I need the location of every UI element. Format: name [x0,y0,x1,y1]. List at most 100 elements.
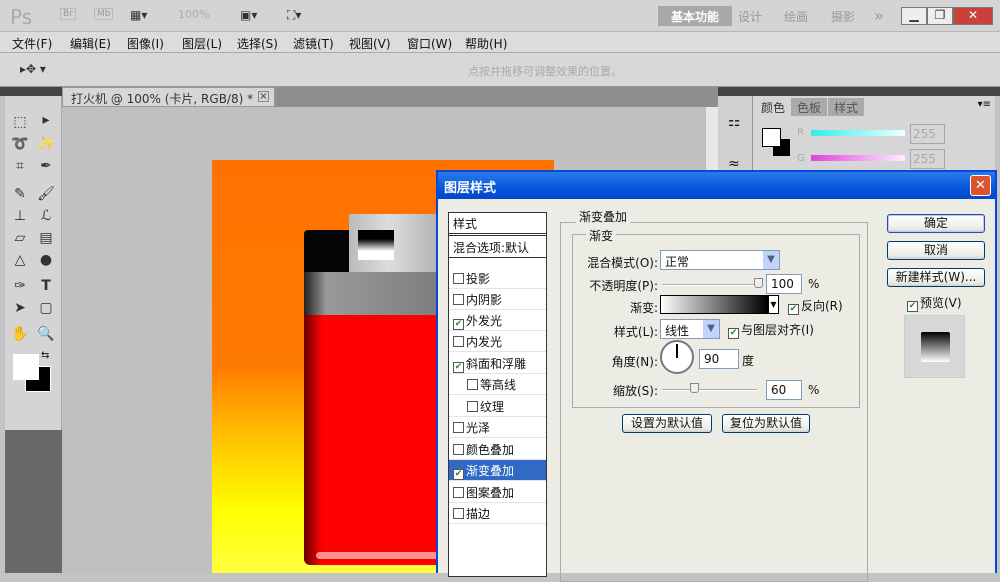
checkbox-icon[interactable] [453,422,464,433]
menu-select[interactable]: 选择(S) [237,35,278,52]
document-tab[interactable]: 打火机 @ 100% (卡片, RGB/8) * × [62,87,275,107]
menu-window[interactable]: 窗口(W) [407,35,452,52]
style-item[interactable]: 图案叠加 [449,482,546,503]
eraser-tool-icon[interactable]: ▱ [9,228,31,248]
angle-dial[interactable] [660,340,694,374]
more-workspaces[interactable]: » [874,6,884,25]
set-default-button[interactable]: 设置为默认值 [622,414,712,433]
lasso-tool-icon[interactable]: ➰ [9,134,31,154]
panel-menu-icon[interactable]: ▾≡ [978,99,991,110]
scale-slider[interactable] [662,383,757,393]
style-item[interactable]: 描边 [449,503,546,524]
menu-file[interactable]: 文件(F) [12,35,52,52]
menu-filter[interactable]: 滤镜(T) [293,35,334,52]
g-slider[interactable] [811,155,905,161]
move-tool-preset-icon[interactable]: ▸✥ ▾ [20,62,46,76]
style-item[interactable]: ✔ 斜面和浮雕 [449,353,546,374]
history-panel-icon[interactable]: ⚏ [728,114,741,130]
minimize-button[interactable]: ▁ [901,7,927,25]
checkbox-checked-icon[interactable]: ✔ [453,362,464,373]
checkbox-icon[interactable] [453,336,464,347]
style-item[interactable]: 颜色叠加 [449,439,546,460]
menu-layer[interactable]: 图层(L) [182,35,222,52]
checkbox-checked-icon[interactable]: ✔ [453,319,464,330]
style-select[interactable]: 线性 ▼ [660,319,720,339]
style-item[interactable]: ✔ 渐变叠加 [449,460,546,481]
bridge-button[interactable]: Br [60,8,76,20]
style-item[interactable]: ✔ 外发光 [449,310,546,331]
angle-input[interactable]: 90 [699,349,739,369]
tab-swatches[interactable]: 色板 [791,98,828,116]
checkbox-icon[interactable] [467,401,478,412]
opacity-slider-thumb[interactable] [754,278,763,288]
new-style-button[interactable]: 新建样式(W)... [887,268,985,287]
checkbox-checked-icon[interactable]: ✔ [453,469,464,480]
checkbox-icon[interactable] [453,294,464,305]
menu-view[interactable]: 视图(V) [349,35,391,52]
style-item[interactable]: 投影 [449,268,546,289]
opacity-input[interactable]: 100 [766,274,802,294]
tab-styles[interactable]: 样式 [828,98,865,116]
history-brush-icon[interactable]: ℒ [35,206,57,226]
crop-tool-icon[interactable]: ⌗ [9,156,31,176]
dialog-title-bar[interactable]: 图层样式 ✕ [438,172,995,199]
style-item[interactable]: 等高线 [449,374,546,395]
checkbox-icon[interactable] [467,379,478,390]
scale-slider-thumb[interactable] [690,383,699,393]
style-item[interactable]: 内发光 [449,331,546,352]
workspace-painting[interactable]: 绘画 [784,8,808,25]
menu-help[interactable]: 帮助(H) [465,35,507,52]
healing-brush-icon[interactable]: ✎ [9,184,31,204]
menu-image[interactable]: 图像(I) [127,35,164,52]
blending-options-item[interactable]: 混合选项:默认 [449,237,546,258]
hand-tool-icon[interactable]: ✋ [9,324,31,344]
reverse-checkbox[interactable]: ✔ 反向(R) [788,297,843,315]
style-list-header[interactable]: 样式 [449,213,546,236]
eyedropper-icon[interactable]: ✒ [35,156,57,176]
zoom-level[interactable]: 100% [178,8,209,21]
r-value[interactable]: 255 [910,124,945,144]
style-item[interactable]: 内阴影 [449,289,546,310]
restore-button[interactable]: ❐ [927,7,953,25]
gradient-picker[interactable] [660,295,768,314]
checkbox-icon[interactable] [453,487,464,498]
workspace-essentials[interactable]: 基本功能 [658,6,732,26]
path-select-icon[interactable]: ➤ [9,298,31,318]
dialog-close-button[interactable]: ✕ [970,175,991,196]
gradient-dropdown-icon[interactable]: ▼ [768,295,779,314]
gradient-tool-icon[interactable]: ▤ [35,228,57,248]
tab-color[interactable]: 颜色 [755,98,792,116]
fg-swatch[interactable] [762,128,781,147]
checkbox-icon[interactable] [453,273,464,284]
marquee-tool-icon[interactable]: ⬚ [9,112,31,132]
g-value[interactable]: 255 [910,149,945,169]
close-button[interactable]: ✕ [953,7,993,25]
ok-button[interactable]: 确定 [887,214,985,233]
cancel-button[interactable]: 取消 [887,241,985,260]
brush-tool-icon[interactable]: 🖌 [35,184,57,204]
zoom-tool-icon[interactable]: 🔍 [35,324,57,344]
checkbox-icon[interactable] [453,508,464,519]
style-item[interactable]: 光泽 [449,417,546,438]
stamp-tool-icon[interactable]: ⊥ [9,206,31,226]
reset-default-button[interactable]: 复位为默认值 [722,414,810,433]
scale-input[interactable]: 60 [766,380,802,400]
r-slider[interactable] [811,130,905,136]
magic-wand-icon[interactable]: ✨ [35,134,57,154]
blend-mode-select[interactable]: 正常 ▼ [660,250,780,270]
dodge-tool-icon[interactable]: ● [35,250,57,270]
align-with-layer-checkbox[interactable]: ✔ 与图层对齐(I) [728,321,814,339]
view-extras-icon[interactable]: ▦▾ [130,8,147,22]
arrange-documents-icon[interactable]: ▣▾ [240,8,257,22]
type-tool-icon[interactable]: T [35,276,57,296]
menu-edit[interactable]: 编辑(E) [70,35,111,52]
style-item[interactable]: 纹理 [449,396,546,417]
opacity-slider[interactable] [662,278,763,288]
shape-tool-icon[interactable]: ▢ [35,298,57,318]
blur-tool-icon[interactable]: △ [9,250,31,270]
preview-checkbox[interactable]: ✔ 预览(V) [907,294,962,312]
mini-bridge-button[interactable]: Mb [94,8,114,20]
move-tool-icon[interactable]: ▸ [35,110,57,130]
workspace-design[interactable]: 设计 [738,8,762,25]
swap-colors-icon[interactable]: ⇆ [41,350,49,361]
